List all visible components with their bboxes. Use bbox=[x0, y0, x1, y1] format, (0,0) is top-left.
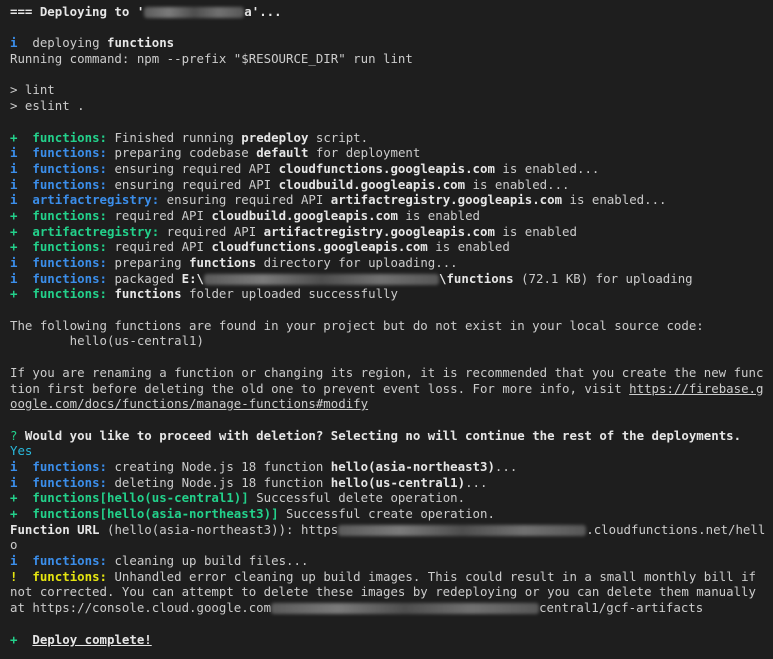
redacted-project-name bbox=[144, 7, 245, 18]
deploy-complete-text: Deploy complete! bbox=[32, 631, 152, 647]
terminal-output[interactable]: === Deploying to ' a'... i deploying func… bbox=[0, 0, 773, 647]
cleanup-warning-line: ! functions: Unhandled error cleaning up… bbox=[10, 568, 757, 584]
rename-notice-line: tion first before deleting the old one t… bbox=[10, 380, 764, 396]
eslint-line: > eslint . bbox=[10, 98, 85, 114]
log-line: + functions: Finished running predeploy … bbox=[10, 129, 369, 145]
docs-link[interactable]: oogle.com/docs/functions/manage-function… bbox=[10, 396, 368, 411]
docs-link[interactable]: https://firebase.g bbox=[629, 381, 763, 396]
success-icon: + bbox=[10, 223, 18, 239]
deploy-complete-line: + Deploy complete! bbox=[10, 632, 763, 648]
log-line: i functions: ensuring required API cloud… bbox=[10, 176, 570, 192]
op-line: i functions: deleting Node.js 18 functio… bbox=[10, 474, 488, 490]
info-icon: i bbox=[10, 192, 18, 208]
log-line: i functions: packaged E:\ \functions (72.… bbox=[10, 270, 693, 286]
rename-notice-line: If you are renaming a function or changi… bbox=[10, 364, 764, 380]
redacted-console-url bbox=[271, 603, 540, 615]
redacted-path bbox=[204, 273, 439, 285]
success-icon: + bbox=[10, 631, 18, 647]
op-line: + functions[hello(us-central1)] Successf… bbox=[10, 490, 466, 506]
rename-notice-line: oogle.com/docs/functions/manage-function… bbox=[10, 396, 763, 412]
info-icon: i bbox=[10, 160, 18, 176]
info-icon: i bbox=[10, 474, 18, 490]
header-prefix: === Deploying to ' bbox=[10, 4, 145, 19]
info-icon: i bbox=[10, 270, 18, 286]
missing-function-name: hello(us-central1) bbox=[10, 333, 204, 349]
function-url-wrap: o bbox=[10, 537, 18, 553]
success-icon: + bbox=[10, 129, 18, 145]
deploy-info-line: i deploying functions bbox=[10, 35, 175, 51]
success-icon: + bbox=[10, 286, 18, 302]
warning-icon: ! bbox=[10, 568, 18, 584]
log-line: i functions: ensuring required API cloud… bbox=[10, 160, 600, 176]
header-suffix: a'... bbox=[244, 4, 282, 19]
op-line: + functions[hello(asia-northeast3)] Succ… bbox=[10, 506, 495, 521]
success-icon: + bbox=[10, 506, 18, 521]
lint-line: > lint bbox=[10, 82, 55, 98]
log-line: i functions: preparing functions directo… bbox=[10, 255, 458, 270]
info-icon: i bbox=[10, 553, 18, 569]
log-line: + functions: functions folder uploaded s… bbox=[10, 286, 398, 302]
log-line: i artifactregistry: ensuring required AP… bbox=[10, 192, 667, 208]
info-icon: i bbox=[10, 255, 18, 270]
deploy-header: === Deploying to ' a'... bbox=[10, 4, 763, 20]
log-line: i functions: preparing codebase default … bbox=[10, 145, 421, 161]
log-line: + artifactregistry: required API artifac… bbox=[10, 223, 577, 239]
op-line: i functions: creating Node.js 18 functio… bbox=[10, 458, 518, 474]
deletion-prompt: ? Would you like to proceed with deletio… bbox=[10, 427, 742, 443]
success-icon: + bbox=[10, 207, 18, 223]
function-url-line: Function URL (hello(asia-northeast3)): h… bbox=[10, 521, 766, 537]
log-line: + functions: required API cloudbuild.goo… bbox=[10, 207, 480, 223]
cleanup-line: i functions: cleaning up build files... bbox=[10, 553, 309, 569]
info-icon: i bbox=[10, 458, 18, 474]
info-icon: i bbox=[10, 176, 18, 192]
redacted-url bbox=[338, 524, 587, 536]
log-line: + functions: required API cloudfunctions… bbox=[10, 239, 510, 255]
cleanup-warning-line: at https://console.cloud.google.com centr… bbox=[10, 600, 704, 616]
info-icon: i bbox=[10, 145, 18, 161]
success-icon: + bbox=[10, 490, 18, 506]
missing-functions-notice: The following functions are found in you… bbox=[10, 317, 704, 333]
prompt-answer: Yes bbox=[10, 443, 33, 459]
run-command-line: Running command: npm --prefix "$RESOURCE… bbox=[10, 51, 413, 67]
success-icon: + bbox=[10, 239, 18, 255]
cleanup-warning-line: not corrected. You can attempt to delete… bbox=[10, 584, 756, 600]
